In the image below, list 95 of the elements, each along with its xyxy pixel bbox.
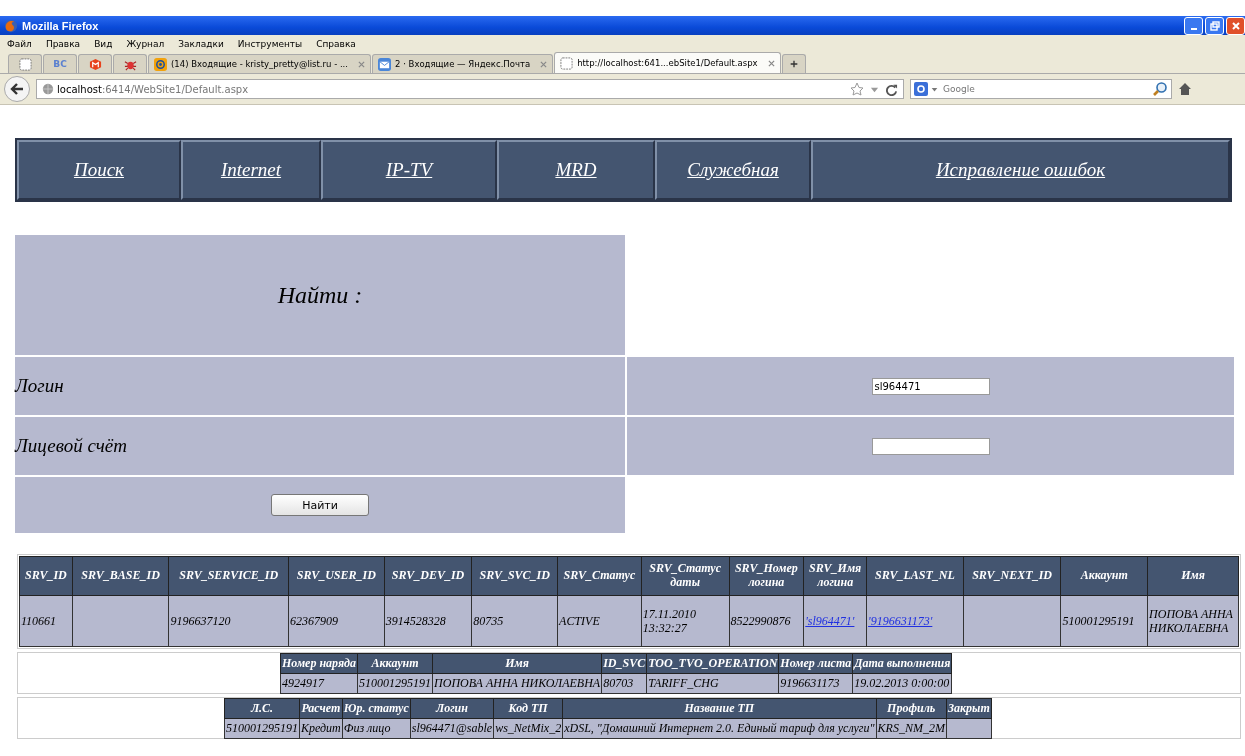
nav-link[interactable]: IP-TV xyxy=(321,140,497,200)
column-header: Юр. статус xyxy=(342,698,411,719)
column-header: Расчет xyxy=(299,698,343,719)
new-tab-button[interactable] xyxy=(781,54,806,73)
table-cell: 510001295191 xyxy=(1060,595,1148,647)
find-button[interactable]: Найти xyxy=(271,494,369,516)
column-header: Имя xyxy=(1147,556,1239,596)
browser-tab[interactable]: http://localhost:641...ebSite1/Default.aspx xyxy=(554,52,781,73)
close-button[interactable] xyxy=(1226,16,1245,35)
column-header: ID_SVC xyxy=(601,653,647,674)
table-cell: 9196637120 xyxy=(168,595,289,647)
nav-link[interactable]: Поиск xyxy=(17,140,181,200)
close-tab-icon[interactable] xyxy=(358,60,366,68)
shield-icon xyxy=(88,57,102,71)
fox-logo-icon xyxy=(4,18,18,33)
reload-icon[interactable] xyxy=(885,82,898,96)
column-header: SRV_USER_ID xyxy=(288,556,385,596)
page-icon xyxy=(560,56,574,70)
close-icon xyxy=(1230,20,1241,31)
restore-button[interactable] xyxy=(1205,16,1224,35)
close-tab-icon[interactable] xyxy=(540,60,548,68)
column-header: Логин xyxy=(410,698,494,719)
browser-tab[interactable] xyxy=(113,54,147,73)
menu-item[interactable]: Журнал xyxy=(126,38,165,49)
minimize-icon xyxy=(1190,27,1197,30)
column-header: Номер листа xyxy=(778,653,853,674)
menu-item[interactable]: Правка xyxy=(45,38,81,49)
column-header: SRV_SERVICE_ID xyxy=(168,556,289,596)
star-icon[interactable] xyxy=(850,82,864,96)
column-header: SRV_LAST_NL xyxy=(866,556,964,596)
column-header: Закрыт xyxy=(946,698,992,719)
column-header: SRV_DEV_ID xyxy=(384,556,472,596)
form-title: Найти : xyxy=(15,235,625,355)
nav-link[interactable]: Исправление ошибок xyxy=(811,140,1230,200)
column-header: Код ТП xyxy=(493,698,563,719)
dropdown-icon[interactable] xyxy=(931,85,938,93)
table-cell: 510001295191 xyxy=(224,718,300,739)
menu-item[interactable]: Закладки xyxy=(178,38,224,49)
close-tab-icon[interactable] xyxy=(767,59,775,67)
globe-icon xyxy=(42,83,54,95)
restore-icon xyxy=(1209,20,1220,31)
table-cell: 3914528328 xyxy=(384,595,472,647)
table-cell: 80735 xyxy=(471,595,558,647)
browser-tab[interactable]: (14) Входящие - kristy_pretty@list.ru - ... xyxy=(148,54,372,73)
browser-tab[interactable] xyxy=(78,54,112,73)
column-header: SRV_ID xyxy=(19,556,73,596)
minimize-button[interactable] xyxy=(1184,16,1203,35)
column-header: SRV_Номер логина xyxy=(729,556,804,596)
home-icon[interactable] xyxy=(1178,82,1192,96)
column-header: Номер наряда xyxy=(280,653,358,674)
column-header: SRV_SVC_ID xyxy=(471,556,558,596)
table-cell: ПОПОВА АННА НИКОЛАЕВНА xyxy=(1147,595,1239,647)
nav-link[interactable]: Служебная xyxy=(655,140,811,200)
column-header: Аккаунт xyxy=(1060,556,1148,596)
plus-icon xyxy=(789,58,798,70)
menu-item[interactable]: Файл xyxy=(7,38,32,49)
table-cell: 17.11.2010 13:32:27 xyxy=(641,595,729,647)
envelope-icon xyxy=(378,57,392,71)
search-icon[interactable] xyxy=(1152,81,1168,97)
table-cell: ACTIVE xyxy=(557,595,642,647)
browser-tab[interactable]: 2 · Входящие — Яндекс.Почта xyxy=(372,54,554,73)
column-header: SRV_Статус xyxy=(557,556,642,596)
table-cell: 4924917 xyxy=(280,673,358,694)
window-title: Mozilla Firefox xyxy=(22,19,99,32)
column-header: Имя xyxy=(432,653,602,674)
search-box[interactable]: Google xyxy=(910,79,1172,99)
input-field[interactable] xyxy=(871,437,990,455)
column-header: Л.С. xyxy=(224,698,300,719)
column-header: SRV_BASE_ID xyxy=(72,556,169,596)
search-engine-icon[interactable] xyxy=(914,82,928,96)
input-field[interactable]: sl964471 xyxy=(871,377,990,395)
address-bar[interactable]: localhost:6414/WebSite1/Default.aspx xyxy=(36,79,904,99)
table-cell: 62367909 xyxy=(288,595,385,647)
column-header: Дата выполнения xyxy=(852,653,952,674)
nav-link[interactable]: Internet xyxy=(181,140,321,200)
back-button[interactable] xyxy=(4,76,30,102)
table-cell: 8522990876 xyxy=(729,595,804,647)
link[interactable]: 'sl964471' xyxy=(805,613,855,628)
column-header: SRV_Статус даты xyxy=(641,556,729,596)
menu-item[interactable]: Справка xyxy=(316,38,356,49)
back-arrow-icon xyxy=(9,81,25,97)
link[interactable]: '9196631173' xyxy=(868,613,933,628)
column-header: Профиль xyxy=(876,698,947,719)
column-header: Аккаунт xyxy=(357,653,433,674)
page-icon xyxy=(18,57,32,71)
table-cell: 110661 xyxy=(19,595,73,647)
column-header: Название ТП xyxy=(562,698,877,719)
nav-link[interactable]: MRD xyxy=(497,140,655,200)
column-header: SRV_Имя логина xyxy=(803,556,867,596)
field-label: Логин xyxy=(15,357,625,415)
menu-item[interactable]: Инструменты xyxy=(237,38,303,49)
column-header: TOO_TVO_OPERATION xyxy=(646,653,779,674)
menu-item[interactable]: Вид xyxy=(94,38,113,49)
column-header: SRV_NEXT_ID xyxy=(963,556,1061,596)
field-label: Лицевой счёт xyxy=(15,417,625,475)
